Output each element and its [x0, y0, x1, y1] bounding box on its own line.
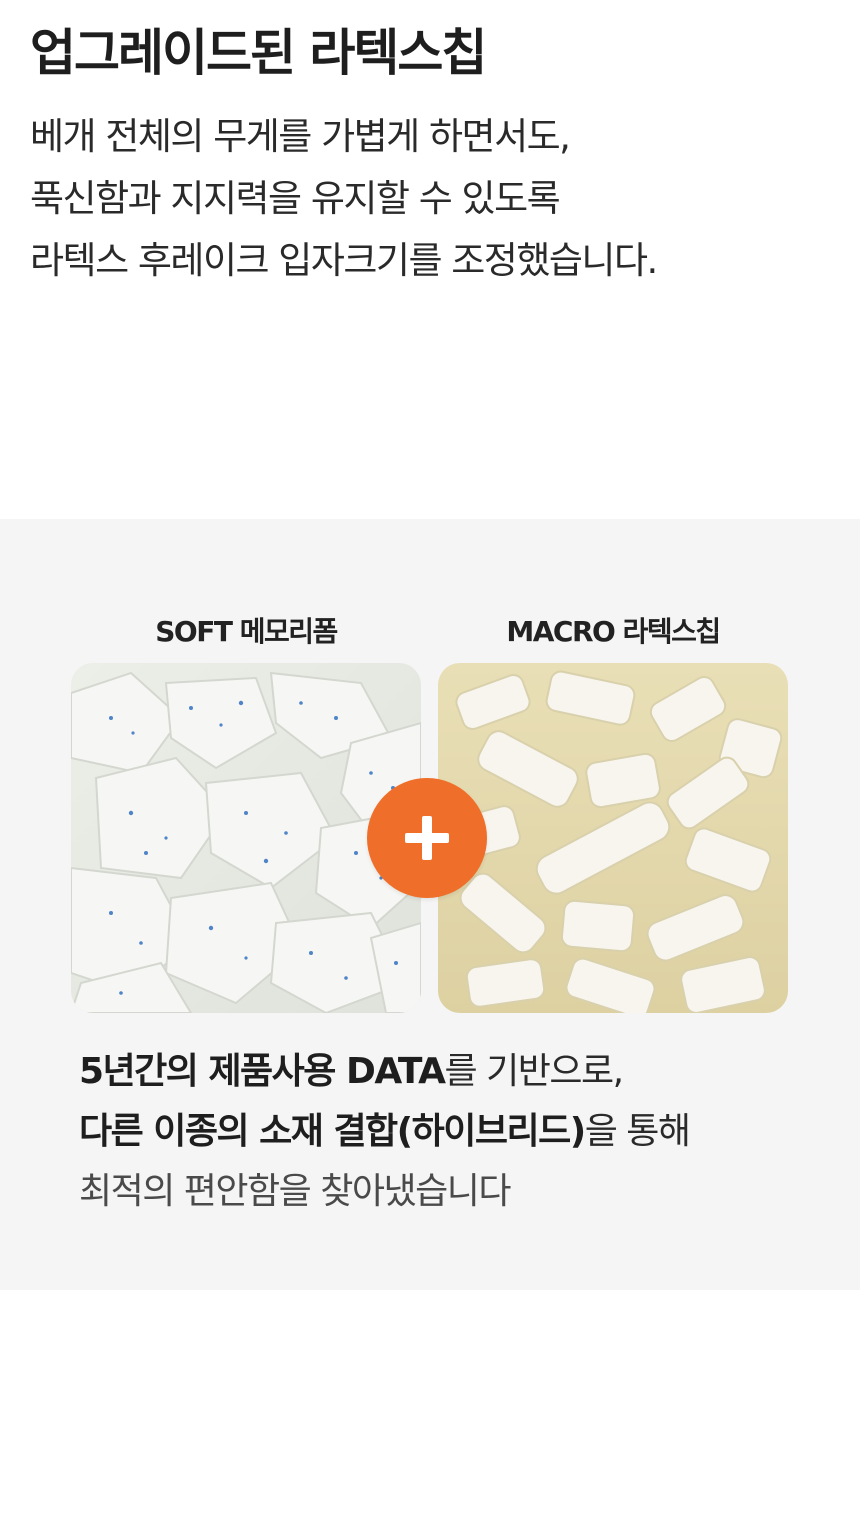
summary-text: 5년간의 제품사용 DATA를 기반으로, 다른 이종의 소재 결합(하이브리드…	[79, 1042, 839, 1222]
summary-line-2: 다른 이종의 소재 결합(하이브리드)을 통해	[79, 1102, 839, 1162]
summary-line-1: 5년간의 제품사용 DATA를 기반으로,	[79, 1042, 839, 1102]
summary-line-1-emphasis: 5년간의 제품사용 DATA	[79, 1051, 446, 1092]
summary-line-3: 최적의 편안함을 찾아냈습니다	[79, 1171, 511, 1212]
intro-section: 업그레이드된 라텍스칩 베개 전체의 무게를 가볍게 하면서도, 푹신함과 지지…	[30, 18, 840, 292]
intro-description: 베개 전체의 무게를 가볍게 하면서도, 푹신함과 지지력을 유지할 수 있도록…	[30, 106, 840, 292]
latex-chips-photo	[438, 663, 788, 1013]
summary-line-1-rest: 를 기반으로,	[444, 1051, 625, 1092]
intro-line-2: 푹신함과 지지력을 유지할 수 있도록	[30, 177, 561, 220]
latex-chip-label: MACRO 라텍스칩	[506, 615, 721, 648]
intro-line-3: 라텍스 후레이크 입자크기를 조정했습니다.	[30, 239, 658, 282]
intro-line-1: 베개 전체의 무게를 가볍게 하면서도,	[30, 115, 571, 158]
headline: 업그레이드된 라텍스칩	[30, 24, 487, 82]
summary-line-2-rest: 을 통해	[584, 1111, 691, 1152]
plus-icon	[367, 778, 487, 898]
memory-foam-label: SOFT 메모리폼	[155, 615, 338, 648]
summary-line-2-emphasis: 다른 이종의 소재 결합(하이브리드)	[79, 1111, 586, 1152]
